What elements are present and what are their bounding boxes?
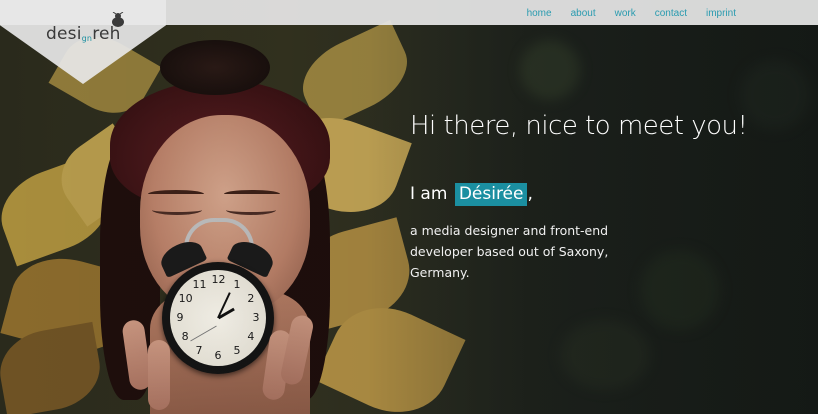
hero-tagline: a media designer and front-end developer… — [410, 223, 609, 280]
name-highlight: Désirée — [454, 183, 528, 206]
intro-suffix: , — [527, 184, 533, 204]
nav-link-contact[interactable]: contact — [655, 8, 687, 19]
nav-link-about[interactable]: about — [571, 8, 596, 19]
nav-link-work[interactable]: work — [615, 8, 636, 19]
photo-overlay — [0, 0, 818, 414]
logo-text-prefix: desi — [46, 24, 82, 44]
nav-link-home[interactable]: home — [527, 8, 552, 19]
beetle-icon — [112, 12, 124, 27]
nav-link-imprint[interactable]: imprint — [706, 8, 736, 19]
hero-headline: Hi there, nice to meet you! — [410, 111, 748, 141]
hero-background-photo: 121234567891011 — [0, 0, 818, 414]
intro-prefix: I am — [410, 184, 448, 204]
hero-intro: I am Désirée, — [410, 183, 533, 206]
logo-text-small: gn — [81, 34, 93, 43]
main-nav: home about work contact imprint — [527, 8, 736, 19]
